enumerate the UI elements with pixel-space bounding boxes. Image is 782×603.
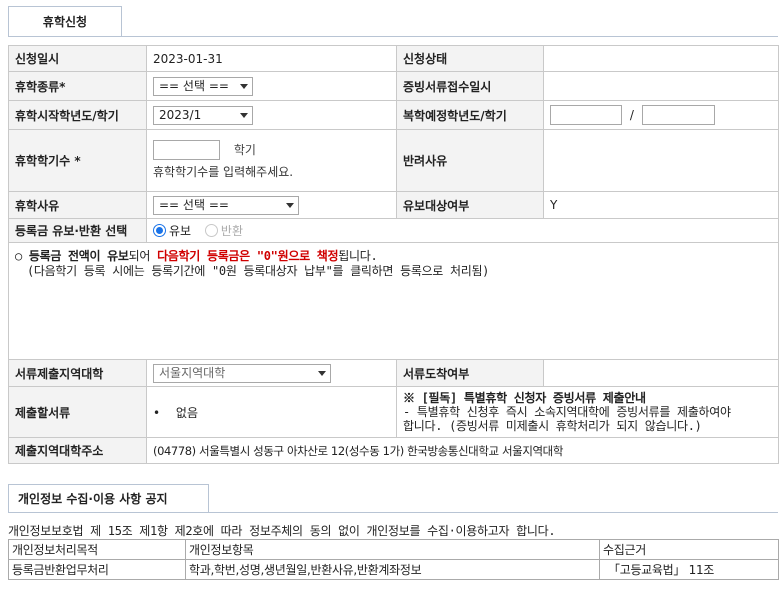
address-label: 제출지역대학주소 bbox=[8, 437, 147, 464]
header-purpose: 개인정보처리목적 bbox=[8, 539, 186, 560]
period-unit: 학기 bbox=[233, 143, 256, 157]
tuition-choice-label: 등록금 유보·반환 선택 bbox=[8, 218, 147, 243]
doc-arrival-value bbox=[543, 359, 779, 387]
notice-line2: (다음학기 등록 시에는 등록기간에 "0원 등록대상자 납부"를 클릭하면 등… bbox=[27, 264, 490, 278]
chevron-down-icon bbox=[318, 370, 326, 376]
address-value: (04778) 서울특별시 성동구 아차산로 12(성수동 1가) 한국방송통신… bbox=[146, 437, 779, 464]
reject-reason-label: 반려사유 bbox=[396, 129, 544, 192]
notice-bullet: ○ bbox=[15, 249, 22, 263]
tuition-notice: ○ 등록금 전액이 유보되어 다음학기 등록금은 "0"원으로 책정됩니다. (… bbox=[8, 242, 779, 360]
return-semester-input[interactable] bbox=[641, 105, 715, 125]
notice-text-end: 됩니다. bbox=[338, 249, 378, 263]
notice-full-defer: 등록금 전액이 유보 bbox=[28, 249, 129, 263]
defer-target-label: 유보대상여부 bbox=[396, 191, 544, 219]
defer-target-value: Y bbox=[543, 191, 779, 219]
cell-items: 학과,학번,성명,생년월일,반환사유,반환계좌정보 bbox=[185, 559, 600, 580]
required-notice-line1: - 특별휴학 신청후 즉시 소속지역대학에 증빙서류를 제출하여야 bbox=[403, 405, 731, 419]
reason-select[interactable]: == 선택 == bbox=[153, 195, 299, 215]
leave-type-select[interactable]: == 선택 == bbox=[153, 76, 253, 96]
leave-type-label: 휴학종류* bbox=[8, 71, 147, 101]
return-term-label: 복학예정학년도/학기 bbox=[396, 100, 544, 130]
docs-label: 제출할서류 bbox=[8, 386, 147, 438]
return-term-separator: / bbox=[629, 108, 634, 122]
reason-label: 휴학사유 bbox=[8, 191, 147, 219]
tab-leave-application[interactable]: 휴학신청 bbox=[8, 6, 122, 37]
header-basis: 수집근거 bbox=[599, 539, 779, 560]
notice-text-mid: 되어 bbox=[128, 249, 158, 263]
region-label: 서류제출지역대학 bbox=[8, 359, 147, 387]
cell-basis: 「고등교육법」 11조 bbox=[599, 559, 779, 580]
privacy-table: 개인정보처리목적 개인정보항목 수집근거 등록금반환업무처리 학과,학번,성명,… bbox=[8, 539, 779, 580]
start-term-select-value: 2023/1 bbox=[159, 107, 202, 122]
docs-value: 없음 bbox=[175, 405, 198, 420]
return-year-input[interactable] bbox=[550, 105, 622, 125]
period-input[interactable] bbox=[153, 140, 220, 160]
radio-refund[interactable] bbox=[204, 224, 218, 237]
period-help: 휴학학기수를 입력해주세요. bbox=[153, 165, 294, 179]
header-items: 개인정보항목 bbox=[185, 539, 600, 560]
chevron-down-icon bbox=[240, 112, 248, 118]
doc-receipt-date-label: 증빙서류접수일시 bbox=[396, 71, 544, 101]
required-notice: ※ [필독] 특별휴학 신청자 증빙서류 제출안내 - 특별휴학 신청후 즉시 … bbox=[396, 386, 779, 438]
table-row: 등록금반환업무처리 학과,학번,성명,생년월일,반환사유,반환계좌정보 「고등교… bbox=[8, 559, 779, 580]
apply-date-value: 2023-01-31 bbox=[146, 45, 397, 72]
radio-defer-label[interactable]: 유보 bbox=[169, 224, 191, 238]
tab-divider bbox=[8, 512, 778, 513]
region-select[interactable]: 서울지역대학 bbox=[153, 363, 331, 383]
tab-privacy-notice[interactable]: 개인정보 수집·이용 사항 공지 bbox=[8, 484, 209, 513]
leave-type-select-value: == 선택 == bbox=[159, 78, 229, 93]
start-term-label: 휴학시작학년도/학기 bbox=[8, 100, 147, 130]
chevron-down-icon bbox=[240, 83, 248, 89]
notice-next-term-zero: 다음학기 등록금은 "0"원으로 책정 bbox=[157, 249, 339, 263]
privacy-description: 개인정보보호법 제 15조 제1항 제2호에 따라 정보주체의 동의 없이 개인… bbox=[8, 524, 556, 538]
reject-reason-value bbox=[543, 129, 779, 192]
chevron-down-icon bbox=[286, 202, 294, 208]
radio-defer[interactable] bbox=[153, 224, 166, 237]
doc-receipt-date-value bbox=[543, 71, 779, 101]
required-notice-line2: 합니다. (증빙서류 미제출시 휴학처리가 되지 않습니다.) bbox=[403, 419, 702, 433]
doc-arrival-label: 서류도착여부 bbox=[396, 359, 544, 387]
apply-date-label: 신청일시 bbox=[8, 45, 147, 72]
cell-purpose: 등록금반환업무처리 bbox=[8, 559, 186, 580]
period-label: 휴학학기수 * bbox=[8, 129, 147, 192]
leave-application-form: 신청일시 2023-01-31 신청상태 휴학종류* == 선택 == 증빙서류… bbox=[8, 45, 779, 464]
tab-divider bbox=[8, 36, 778, 37]
docs-bullet: • bbox=[153, 405, 161, 420]
reason-select-value: == 선택 == bbox=[159, 197, 229, 212]
required-notice-title: ※ [필독] 특별휴학 신청자 증빙서류 제출안내 bbox=[403, 391, 646, 405]
radio-refund-label[interactable]: 반환 bbox=[221, 224, 243, 238]
apply-status-value bbox=[543, 45, 779, 72]
region-select-value: 서울지역대학 bbox=[159, 365, 226, 380]
apply-status-label: 신청상태 bbox=[396, 45, 544, 72]
table-row: 개인정보처리목적 개인정보항목 수집근거 bbox=[8, 539, 779, 560]
start-term-select[interactable]: 2023/1 bbox=[153, 105, 253, 125]
